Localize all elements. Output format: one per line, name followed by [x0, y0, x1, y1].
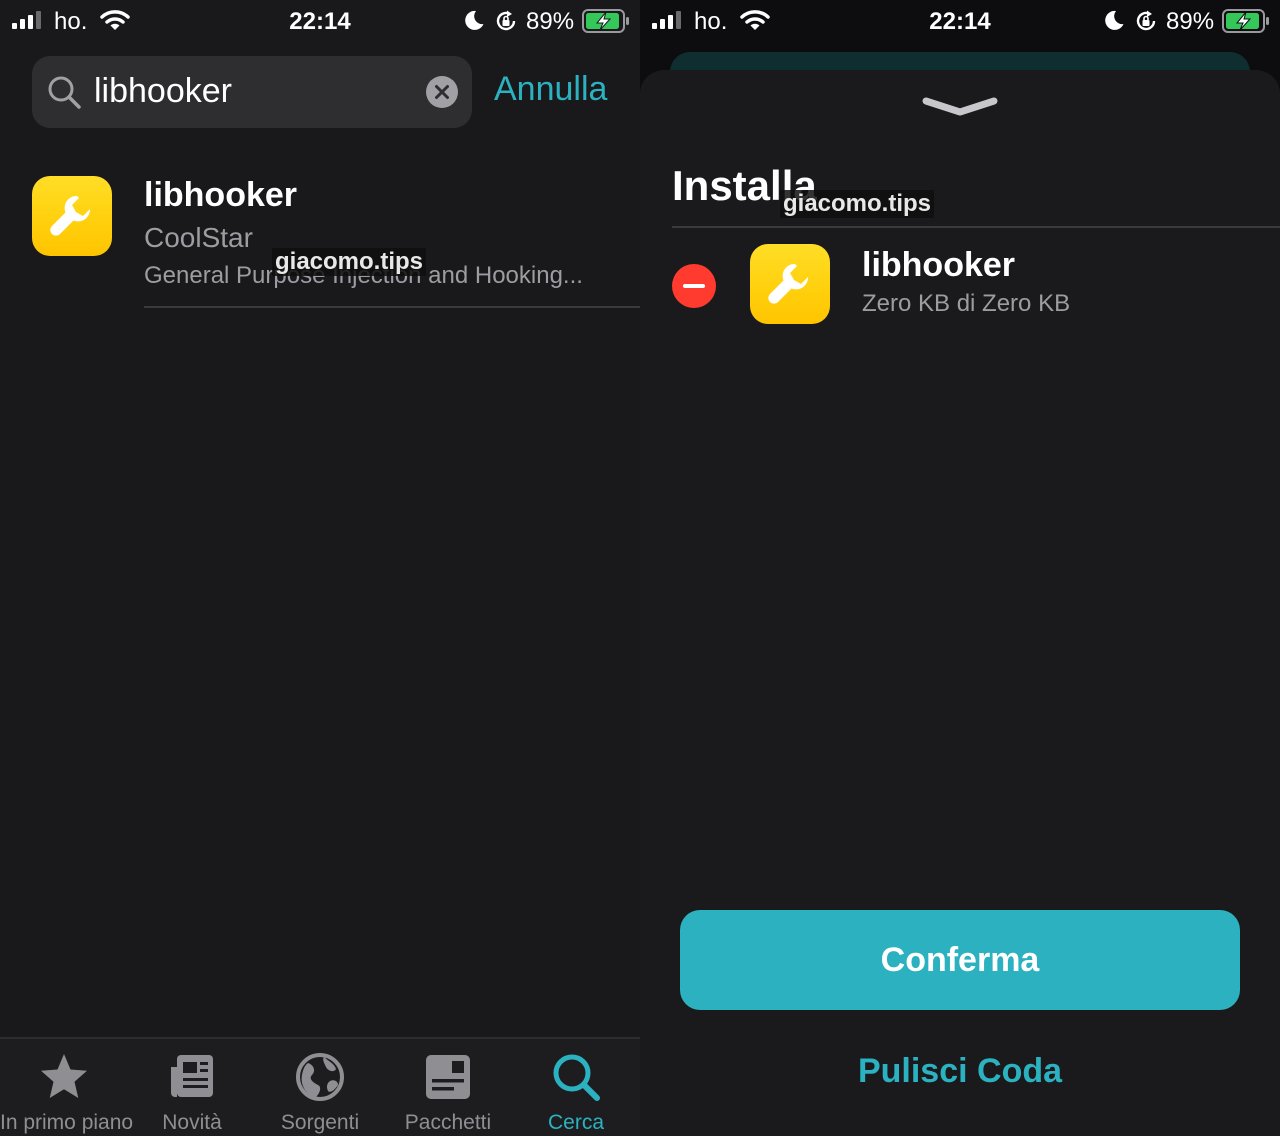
- result-package-author: CoolStar: [144, 222, 253, 253]
- tab-sources[interactable]: Sorgenti: [256, 1039, 384, 1136]
- confirm-button-label: Conferma: [880, 941, 1040, 979]
- battery-charging-icon: [1222, 9, 1269, 33]
- newspaper-icon: [171, 1055, 213, 1097]
- sheet-grabber-chevron-icon[interactable]: [920, 94, 1000, 120]
- divider: [144, 306, 640, 308]
- tab-news[interactable]: Novità: [128, 1039, 256, 1136]
- divider: [672, 226, 1280, 228]
- search-icon: [553, 1054, 600, 1101]
- clear-search-icon[interactable]: [426, 76, 458, 108]
- tab-search[interactable]: Cerca: [512, 1039, 640, 1136]
- tab-featured[interactable]: In primo piano: [0, 1039, 134, 1136]
- install-sheet: Installa libhooker Zero KB di Zero KB Co…: [640, 70, 1280, 1136]
- search-result-row[interactable]: libhooker CoolStar General Purpose Injec…: [0, 160, 640, 308]
- globe-icon: [296, 1053, 344, 1101]
- tab-packages[interactable]: Pacchetti: [384, 1039, 512, 1136]
- battery-charging-icon: [582, 9, 629, 33]
- queue-package-name: libhooker: [862, 246, 1016, 284]
- queue-package-size: Zero KB di Zero KB: [862, 290, 1071, 317]
- watermark: giacomo.tips: [780, 190, 935, 218]
- status-bar: ho. 22:14 89%: [0, 0, 640, 42]
- do-not-disturb-moon-icon: [465, 10, 484, 30]
- rotation-lock-icon: [1136, 10, 1156, 31]
- battery-percent: 89%: [526, 8, 575, 35]
- package-icon-wrench: [32, 176, 112, 256]
- tab-label: Novità: [162, 1111, 222, 1134]
- package-icon-wrench: [750, 244, 830, 324]
- tab-label: Cerca: [547, 1111, 605, 1134]
- search-input[interactable]: libhooker: [94, 72, 232, 111]
- tab-bar: In primo piano Novità Sorgenti Pacchetti…: [0, 1037, 640, 1136]
- install-queue-screen: ho. 22:14 89% Installa libhooker Zero KB…: [640, 0, 1280, 1136]
- do-not-disturb-moon-icon: [1105, 10, 1124, 30]
- tab-label: In primo piano: [0, 1111, 134, 1134]
- star-icon: [41, 1054, 87, 1098]
- remove-from-queue-button[interactable]: [672, 264, 716, 308]
- cancel-button[interactable]: Annulla: [494, 70, 607, 109]
- search-field[interactable]: libhooker: [32, 56, 472, 128]
- wrench-icon: [768, 263, 809, 304]
- search-screen: ho. 22:14 89% libhooker Annulla libhooke…: [0, 0, 640, 1136]
- tab-label: Pacchetti: [404, 1111, 492, 1134]
- status-bar: ho. 22:14 89%: [640, 0, 1280, 42]
- battery-percent: 89%: [1166, 8, 1215, 35]
- watermark: giacomo.tips: [272, 248, 427, 276]
- rotation-lock-icon: [496, 10, 516, 31]
- wrench-icon: [50, 195, 91, 236]
- search-icon: [48, 76, 81, 109]
- tab-label: Sorgenti: [280, 1111, 360, 1134]
- clear-queue-button[interactable]: Pulisci Coda: [640, 1052, 1280, 1091]
- package-icon: [426, 1055, 470, 1099]
- result-package-name: libhooker: [144, 176, 298, 214]
- confirm-button[interactable]: Conferma: [680, 910, 1240, 1010]
